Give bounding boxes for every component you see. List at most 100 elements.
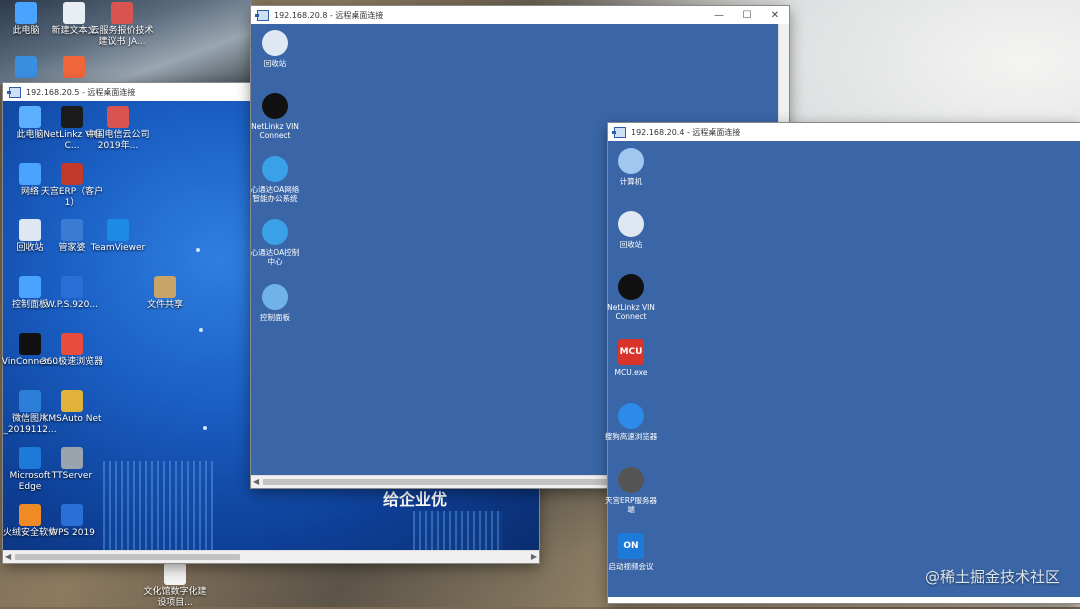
remote-icon-label: 天宫ERP服务器端 (605, 496, 657, 514)
maximize-button[interactable]: ☐ (733, 10, 761, 21)
app-icon (61, 447, 83, 469)
app-icon (262, 156, 288, 182)
horizontal-scrollbar[interactable]: ◀ ▶ (3, 550, 539, 563)
wallpaper-building (413, 511, 503, 551)
scroll-left-icon[interactable]: ◀ (5, 552, 11, 561)
rdp-window-20-4[interactable]: 192.168.20.4 - 远程桌面连接 (608, 123, 1080, 603)
app-icon (19, 276, 41, 298)
desktop-icon-document[interactable]: 文化馆数字化建设项目... (140, 563, 210, 609)
remote-icon-label: 控制面板 (260, 313, 290, 322)
desktop-icon-ppt[interactable] (42, 56, 106, 80)
scroll-left-icon[interactable]: ◀ (253, 477, 259, 486)
app-icon: ON (618, 533, 644, 559)
document-icon (164, 563, 186, 585)
remote-icon-label: NetLinkz VIN Connect (607, 303, 655, 321)
remote-icon-label: 计算机 (619, 177, 643, 186)
remote-desktop-icon (7, 86, 21, 98)
window-titlebar[interactable]: 192.168.20.4 - 远程桌面连接 (608, 123, 1080, 141)
remote-icon[interactable]: NetLinkz VIN Connect (604, 274, 658, 321)
desktop-icon-pdf[interactable]: 云服务报价技术建议书 JA... (90, 2, 154, 48)
app-icon (61, 504, 83, 526)
remote-icon-label: 搜狗高速浏览器 (604, 432, 658, 441)
remote-icon[interactable]: 控制面板 (248, 284, 302, 322)
presentation-icon (63, 56, 85, 78)
remote-icon[interactable]: 文件共享 (133, 276, 197, 311)
app-icon (262, 93, 288, 119)
minimize-button[interactable]: — (705, 10, 733, 21)
remote-desktop-client[interactable] (608, 141, 1080, 597)
app-icon-text: ON (623, 541, 639, 551)
app-icon-text: MCU (619, 347, 643, 357)
watermark: @稀土掘金技术社区 (924, 568, 1060, 586)
remote-icon[interactable]: 回收站 (248, 30, 302, 68)
app-icon (61, 106, 83, 128)
scrollbar-thumb[interactable] (15, 554, 240, 560)
remote-icon[interactable]: NetLinkz VIN Connect (248, 93, 302, 140)
remote-icon[interactable]: 天宫ERP服务器端 (604, 467, 658, 514)
app-icon (19, 447, 41, 469)
remote-icon-label: TTServer (51, 471, 93, 481)
app-icon (61, 219, 83, 241)
app-icon (618, 467, 644, 493)
document-icon (63, 2, 85, 24)
remote-icon[interactable]: KMSAuto Net (40, 390, 104, 425)
remote-icon-label: NetLinkz VIN Connect (251, 122, 299, 140)
app-icon (61, 163, 83, 185)
close-button[interactable]: ✕ (761, 10, 789, 21)
remote-desktop-icon (612, 126, 626, 138)
app-icon (262, 219, 288, 245)
remote-icon-label: 中国电信云公司2019年... (86, 130, 150, 151)
app-icon (618, 403, 644, 429)
remote-icon-label: 启动视频会议 (608, 562, 654, 571)
wallpaper-building (103, 461, 213, 551)
remote-icon-label: WPS 2019 (49, 528, 95, 538)
window-titlebar[interactable]: 192.168.20.8 - 远程桌面连接 — ☐ ✕ (251, 6, 789, 24)
window-title: 192.168.20.8 - 远程桌面连接 (274, 10, 384, 20)
remote-icon-label: 360极速浏览器 (40, 357, 104, 367)
wallpaper-dot (203, 426, 207, 430)
remote-icon[interactable]: 回收站 (604, 211, 658, 249)
app-icon (154, 276, 176, 298)
window-title: 192.168.20.4 - 远程桌面连接 (631, 127, 741, 137)
remote-icon[interactable]: TeamViewer (86, 219, 150, 254)
app-icon (61, 333, 83, 355)
remote-icon[interactable]: 心通达OA网络智能办公系统 (248, 156, 302, 203)
remote-icon[interactable]: 中国电信云公司2019年... (86, 106, 150, 152)
app-icon (618, 148, 644, 174)
app-icon (19, 390, 41, 412)
remote-desktop-icon (255, 9, 269, 21)
remote-icon-label: W.P.S.920... (46, 300, 98, 310)
app-icon (19, 504, 41, 526)
app-icon (262, 30, 288, 56)
remote-icon[interactable]: 360极速浏览器 (40, 333, 104, 368)
network-icon (15, 56, 37, 78)
app-icon (19, 163, 41, 185)
wallpaper-slogan: 给企业优 (383, 490, 448, 509)
remote-icon[interactable]: W.P.S.920... (40, 276, 104, 311)
app-icon (262, 284, 288, 310)
remote-icon-label: 天宫ERP（客户1） (40, 187, 104, 208)
computer-icon (15, 2, 37, 24)
remote-icon-label: KMSAuto Net (42, 414, 102, 424)
pdf-icon (111, 2, 133, 24)
remote-icon[interactable]: 天宫ERP（客户1） (40, 163, 104, 209)
remote-icon-label: 心通达OA网络智能办公系统 (250, 185, 300, 203)
remote-icon-label: 回收站 (619, 240, 643, 249)
remote-icon-label: TeamViewer (90, 243, 146, 253)
app-icon (19, 219, 41, 241)
remote-icon[interactable]: WPS 2019 (40, 504, 104, 539)
remote-icon[interactable]: 心通达OA控制中心 (248, 219, 302, 266)
app-icon (61, 390, 83, 412)
desktop-icon-label: 云服务报价技术建议书 JA... (90, 26, 154, 47)
remote-icon[interactable]: ON 启动视频会议 (604, 533, 658, 571)
desktop-icon-label: 文化馆数字化建设项目... (143, 587, 207, 608)
wallpaper-dot (199, 328, 203, 332)
app-icon (19, 106, 41, 128)
remote-icon[interactable]: MCU MCU.exe (604, 339, 658, 377)
scroll-right-icon[interactable]: ▶ (531, 552, 537, 561)
remote-icon[interactable]: TTServer (40, 447, 104, 482)
remote-icon[interactable]: 搜狗高速浏览器 (604, 403, 658, 441)
remote-icon[interactable]: 计算机 (604, 148, 658, 186)
app-icon (19, 333, 41, 355)
app-icon (107, 219, 129, 241)
